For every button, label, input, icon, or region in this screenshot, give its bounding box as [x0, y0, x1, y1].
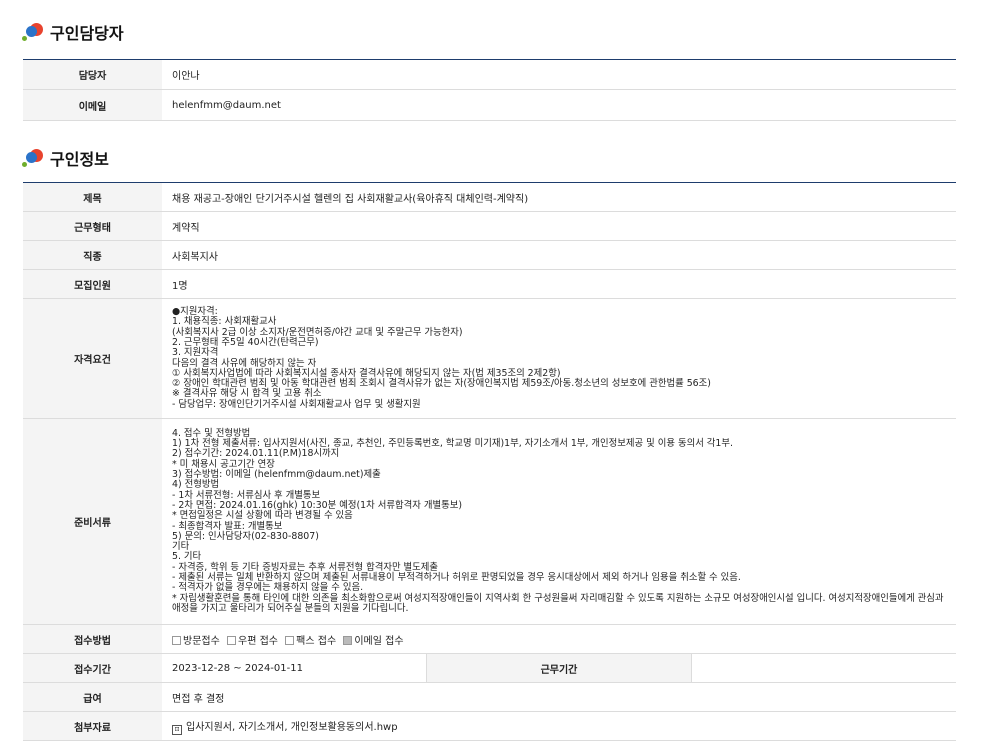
- table-row: 급여 면접 후 결정: [23, 682, 956, 712]
- attachment-file-icon: ⊡: [172, 724, 182, 735]
- table-row: 담당자 이안나: [23, 59, 956, 90]
- job-category-value: 사회복지사: [162, 240, 956, 270]
- salary-label: 급여: [23, 682, 162, 712]
- work-type-value: 계약직: [162, 211, 956, 241]
- documents-label: 준비서류: [23, 418, 162, 625]
- table-row: 첨부자료 ⊡ 입사지원서, 자기소개서, 개인정보활용동의서.hwp: [23, 711, 956, 741]
- table-row: 준비서류 4. 접수 및 전형방법 1) 1차 전형 제출서류: 입사지원서(사…: [23, 418, 956, 625]
- qualification-label: 자격요건: [23, 298, 162, 419]
- work-type-label: 근무형태: [23, 211, 162, 241]
- table-row: 접수기간 2023-12-28 ~ 2024-01-11 근무기간: [23, 653, 956, 683]
- job-category-label: 직종: [23, 240, 162, 270]
- attachment-link[interactable]: 입사지원서, 자기소개서, 개인정보활용동의서.hwp: [186, 722, 398, 733]
- attachment-cell: ⊡ 입사지원서, 자기소개서, 개인정보활용동의서.hwp: [162, 711, 956, 741]
- job-table: 제목 채용 재공고-장애인 단기거주시설 헬렌의 집 사회재활교사(육아휴직 대…: [23, 182, 956, 741]
- receipt-method-visit: 방문접수: [172, 635, 220, 647]
- receipt-method-fax: 팩스 접수: [285, 635, 336, 647]
- table-row: 이메일 helenfmm@daum.net: [23, 89, 956, 121]
- manager-section-title-text: 구인담당자: [50, 24, 124, 43]
- email-label: 이메일: [23, 89, 162, 121]
- email-value: helenfmm@daum.net: [162, 89, 956, 121]
- manager-value: 이안나: [162, 59, 956, 90]
- section-bullet-icon: [22, 148, 46, 168]
- salary-value: 면접 후 결정: [162, 682, 956, 712]
- table-row: 자격요건 ●지원자격: 1. 채용직종: 사회재활교사 (사회복지사 2급 이상…: [23, 298, 956, 419]
- section-bullet-icon: [22, 22, 46, 42]
- documents-value: 4. 접수 및 전형방법 1) 1차 전형 제출서류: 입사지원서(사진, 종교…: [162, 418, 956, 625]
- checkbox-checked-icon: [343, 635, 353, 645]
- headcount-label: 모집인원: [23, 269, 162, 299]
- manager-section-title: 구인담당자: [22, 20, 124, 44]
- work-period-label: 근무기간: [426, 653, 692, 683]
- checkbox-icon: [285, 635, 295, 645]
- manager-table: 담당자 이안나 이메일 helenfmm@daum.net: [23, 59, 956, 121]
- qualification-value: ●지원자격: 1. 채용직종: 사회재활교사 (사회복지사 2급 이상 소지자/…: [162, 298, 956, 419]
- checkbox-icon: [172, 635, 181, 645]
- checkbox-icon: [227, 635, 236, 645]
- headcount-value: 1명: [162, 269, 956, 299]
- receipt-method-mail: 우편 접수: [227, 635, 278, 647]
- title-value: 채용 재공고-장애인 단기거주시설 헬렌의 집 사회재활교사(육아휴직 대체인력…: [162, 182, 956, 212]
- receipt-method-value: 방문접수 우편 접수 팩스 접수 이메일 접수: [162, 624, 956, 654]
- table-row: 근무형태 계약직: [23, 211, 956, 241]
- job-section-title-text: 구인정보: [50, 150, 109, 169]
- manager-label: 담당자: [23, 59, 162, 90]
- attachment-label: 첨부자료: [23, 711, 162, 741]
- table-row: 제목 채용 재공고-장애인 단기거주시설 헬렌의 집 사회재활교사(육아휴직 대…: [23, 182, 956, 212]
- period-value: 2023-12-28 ~ 2024-01-11: [162, 653, 427, 683]
- work-period-value: [691, 653, 956, 683]
- receipt-method-label: 접수방법: [23, 624, 162, 654]
- table-row: 모집인원 1명: [23, 269, 956, 299]
- table-row: 직종 사회복지사: [23, 240, 956, 270]
- title-label: 제목: [23, 182, 162, 212]
- receipt-method-email: 이메일 접수: [343, 635, 404, 647]
- period-label: 접수기간: [23, 653, 162, 683]
- job-section-title: 구인정보: [22, 146, 109, 170]
- table-row: 접수방법 방문접수 우편 접수 팩스 접수 이메일 접수: [23, 624, 956, 654]
